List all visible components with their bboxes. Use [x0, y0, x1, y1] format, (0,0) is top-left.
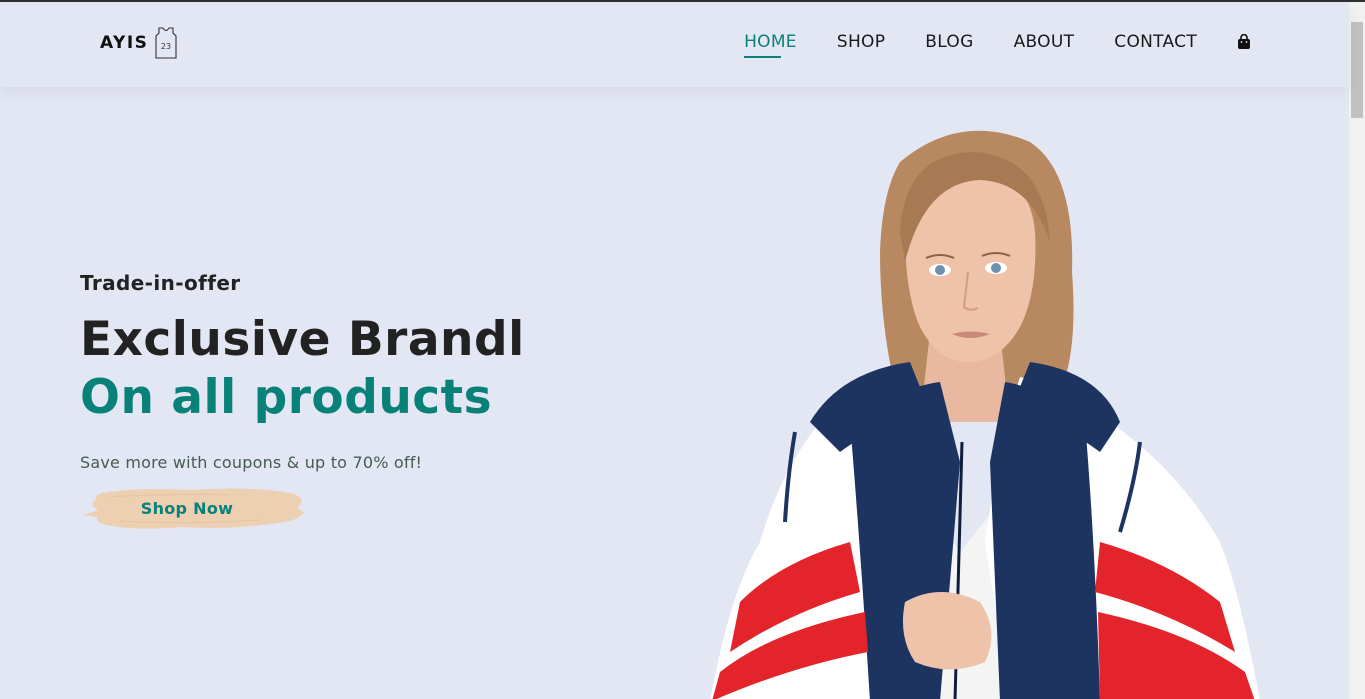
logo[interactable]: AYIS 23 — [100, 26, 178, 60]
hero-headline: Exclusive Brandl — [80, 312, 525, 367]
scrollbar-thumb[interactable] — [1351, 22, 1363, 118]
hero-text: Trade-in-offer Exclusive Brandl On all p… — [80, 270, 525, 474]
hero-model-image — [700, 122, 1260, 699]
shop-now-label: Shop Now — [140, 498, 234, 518]
nav-shop[interactable]: SHOP — [837, 30, 885, 54]
jersey-icon: 23 — [155, 27, 177, 59]
hero-description: Save more with coupons & up to 70% off! — [80, 453, 423, 472]
nav-home[interactable]: HOME — [744, 30, 797, 58]
shop-now-button[interactable]: Shop Now — [80, 485, 308, 531]
logo-text: AYIS — [100, 33, 149, 53]
jersey-number: 23 — [161, 42, 171, 51]
shopping-bag-icon[interactable] — [1237, 34, 1251, 50]
nav-about[interactable]: ABOUT — [1014, 30, 1075, 54]
hero-headline-accent: On all products — [80, 370, 493, 425]
site-header: AYIS 23 HOME SHOP BLOG ABOUT CONTACT — [0, 2, 1349, 87]
hero-subtitle: Trade-in-offer — [80, 271, 241, 295]
page-scrollbar[interactable] — [1349, 2, 1365, 699]
nav-blog[interactable]: BLOG — [925, 30, 973, 54]
main-nav: HOME SHOP BLOG ABOUT CONTACT — [704, 30, 1251, 58]
nav-contact[interactable]: CONTACT — [1114, 30, 1197, 54]
